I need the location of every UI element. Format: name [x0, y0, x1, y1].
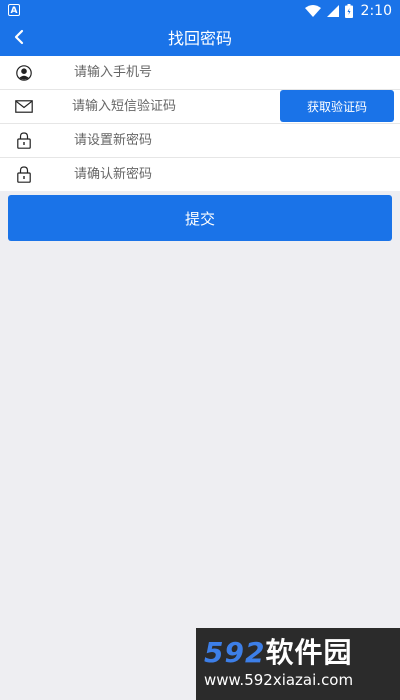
status-time: 2:10	[360, 3, 392, 19]
sms-code-row: 获取验证码	[0, 90, 400, 124]
mail-icon	[0, 90, 48, 123]
user-icon	[0, 56, 48, 89]
form-card: 获取验证码	[0, 56, 400, 191]
confirm-password-row	[0, 158, 400, 191]
watermark: 592软件园 www.592xiazai.com	[196, 628, 400, 700]
phone-row	[0, 56, 400, 90]
watermark-logo-number: 592	[204, 636, 266, 669]
status-bar: A 2:10	[0, 0, 400, 22]
lock-icon	[0, 158, 48, 191]
confirm-password-input[interactable]	[48, 159, 400, 190]
get-code-button[interactable]: 获取验证码	[280, 90, 394, 122]
new-password-row	[0, 124, 400, 158]
page-title: 找回密码	[167, 29, 232, 48]
battery-icon	[344, 4, 353, 18]
notification-app-icon: A	[8, 4, 20, 16]
wifi-icon	[304, 4, 321, 18]
lock-icon	[0, 124, 48, 157]
signal-icon	[326, 5, 339, 17]
watermark-logo: 592软件园	[204, 636, 392, 670]
phone-input[interactable]	[48, 57, 400, 88]
watermark-url: www.592xiazai.com	[204, 671, 354, 689]
status-icons: 2:10	[304, 0, 392, 22]
app-bar: 找回密码	[0, 22, 400, 56]
new-password-input[interactable]	[48, 125, 400, 156]
submit-button[interactable]: 提交	[8, 195, 392, 241]
watermark-logo-text: 软件园	[265, 636, 353, 669]
